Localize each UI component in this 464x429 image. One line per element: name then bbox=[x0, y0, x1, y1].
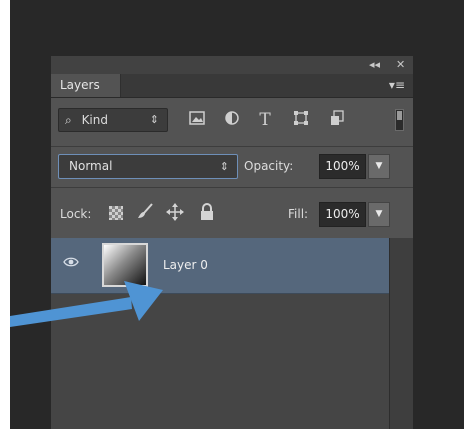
annotation-arrow bbox=[10, 281, 163, 327]
